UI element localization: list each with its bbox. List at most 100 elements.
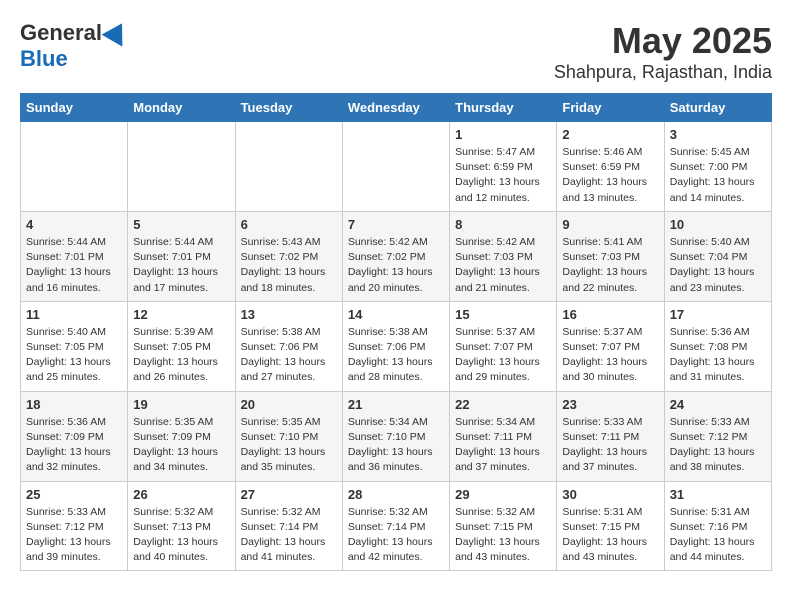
day-info: Sunrise: 5:33 AM Sunset: 7:11 PM Dayligh… xyxy=(562,415,658,476)
weekday-header-tuesday: Tuesday xyxy=(235,94,342,122)
calendar-day-cell: 4 Sunrise: 5:44 AM Sunset: 7:01 PM Daylig… xyxy=(21,211,128,301)
day-number: 7 xyxy=(348,217,444,232)
calendar-week-row: 11 Sunrise: 5:40 AM Sunset: 7:05 PM Dayli… xyxy=(21,301,772,391)
day-info: Sunrise: 5:40 AM Sunset: 7:04 PM Dayligh… xyxy=(670,235,766,296)
day-info: Sunrise: 5:32 AM Sunset: 7:15 PM Dayligh… xyxy=(455,505,551,566)
month-title: May 2025 xyxy=(554,20,772,62)
calendar-day-cell: 7 Sunrise: 5:42 AM Sunset: 7:02 PM Daylig… xyxy=(342,211,449,301)
day-number: 3 xyxy=(670,127,766,142)
day-info: Sunrise: 5:40 AM Sunset: 7:05 PM Dayligh… xyxy=(26,325,122,386)
day-number: 31 xyxy=(670,487,766,502)
calendar-day-cell: 11 Sunrise: 5:40 AM Sunset: 7:05 PM Dayli… xyxy=(21,301,128,391)
day-info: Sunrise: 5:35 AM Sunset: 7:09 PM Dayligh… xyxy=(133,415,229,476)
day-info: Sunrise: 5:44 AM Sunset: 7:01 PM Dayligh… xyxy=(26,235,122,296)
day-info: Sunrise: 5:33 AM Sunset: 7:12 PM Dayligh… xyxy=(670,415,766,476)
empty-day-cell xyxy=(235,122,342,212)
calendar-day-cell: 16Sunrise: 5:37 AM Sunset: 7:07 PM Dayli… xyxy=(557,301,664,391)
day-number: 22 xyxy=(455,397,551,412)
day-info: Sunrise: 5:46 AM Sunset: 6:59 PM Dayligh… xyxy=(562,145,658,206)
calendar-day-cell: 29 Sunrise: 5:32 AM Sunset: 7:15 PM Dayli… xyxy=(450,481,557,571)
day-info: Sunrise: 5:42 AM Sunset: 7:02 PM Dayligh… xyxy=(348,235,444,296)
calendar-table: SundayMondayTuesdayWednesdayThursdayFrid… xyxy=(20,93,772,571)
weekday-header-sunday: Sunday xyxy=(21,94,128,122)
empty-day-cell xyxy=(128,122,235,212)
empty-day-cell xyxy=(21,122,128,212)
day-info: Sunrise: 5:37 AM Sunset: 7:07 PM Dayligh… xyxy=(455,325,551,386)
day-number: 5 xyxy=(133,217,229,232)
calendar-day-cell: 14 Sunrise: 5:38 AM Sunset: 7:06 PM Dayli… xyxy=(342,301,449,391)
title-section: May 2025 Shahpura, Rajasthan, India xyxy=(554,20,772,83)
day-info: Sunrise: 5:38 AM Sunset: 7:06 PM Dayligh… xyxy=(241,325,337,386)
day-number: 26 xyxy=(133,487,229,502)
calendar-week-row: 18 Sunrise: 5:36 AM Sunset: 7:09 PM Dayli… xyxy=(21,391,772,481)
calendar-day-cell: 13 Sunrise: 5:38 AM Sunset: 7:06 PM Dayli… xyxy=(235,301,342,391)
calendar-day-cell: 24 Sunrise: 5:33 AM Sunset: 7:12 PM Dayli… xyxy=(664,391,771,481)
day-number: 11 xyxy=(26,307,122,322)
calendar-day-cell: 26 Sunrise: 5:32 AM Sunset: 7:13 PM Dayli… xyxy=(128,481,235,571)
day-number: 4 xyxy=(26,217,122,232)
day-number: 29 xyxy=(455,487,551,502)
calendar-day-cell: 17Sunrise: 5:36 AM Sunset: 7:08 PM Dayli… xyxy=(664,301,771,391)
day-number: 14 xyxy=(348,307,444,322)
calendar-day-cell: 28 Sunrise: 5:32 AM Sunset: 7:14 PM Dayli… xyxy=(342,481,449,571)
calendar-day-cell: 6 Sunrise: 5:43 AM Sunset: 7:02 PM Daylig… xyxy=(235,211,342,301)
calendar-day-cell: 1Sunrise: 5:47 AM Sunset: 6:59 PM Daylig… xyxy=(450,122,557,212)
day-info: Sunrise: 5:34 AM Sunset: 7:10 PM Dayligh… xyxy=(348,415,444,476)
weekday-header-monday: Monday xyxy=(128,94,235,122)
calendar-day-cell: 15 Sunrise: 5:37 AM Sunset: 7:07 PM Dayli… xyxy=(450,301,557,391)
day-info: Sunrise: 5:32 AM Sunset: 7:14 PM Dayligh… xyxy=(348,505,444,566)
day-number: 30 xyxy=(562,487,658,502)
day-info: Sunrise: 5:32 AM Sunset: 7:13 PM Dayligh… xyxy=(133,505,229,566)
calendar-week-row: 25Sunrise: 5:33 AM Sunset: 7:12 PM Dayli… xyxy=(21,481,772,571)
day-info: Sunrise: 5:42 AM Sunset: 7:03 PM Dayligh… xyxy=(455,235,551,296)
calendar-day-cell: 22Sunrise: 5:34 AM Sunset: 7:11 PM Dayli… xyxy=(450,391,557,481)
day-number: 15 xyxy=(455,307,551,322)
calendar-day-cell: 9 Sunrise: 5:41 AM Sunset: 7:03 PM Daylig… xyxy=(557,211,664,301)
calendar-day-cell: 30 Sunrise: 5:31 AM Sunset: 7:15 PM Dayli… xyxy=(557,481,664,571)
calendar-week-row: 4 Sunrise: 5:44 AM Sunset: 7:01 PM Daylig… xyxy=(21,211,772,301)
day-number: 9 xyxy=(562,217,658,232)
weekday-header-friday: Friday xyxy=(557,94,664,122)
day-number: 8 xyxy=(455,217,551,232)
day-info: Sunrise: 5:31 AM Sunset: 7:16 PM Dayligh… xyxy=(670,505,766,566)
day-info: Sunrise: 5:36 AM Sunset: 7:08 PM Dayligh… xyxy=(670,325,766,386)
calendar-day-cell: 5 Sunrise: 5:44 AM Sunset: 7:01 PM Daylig… xyxy=(128,211,235,301)
day-number: 2 xyxy=(562,127,658,142)
day-info: Sunrise: 5:43 AM Sunset: 7:02 PM Dayligh… xyxy=(241,235,337,296)
logo: General Blue xyxy=(20,20,129,72)
day-info: Sunrise: 5:36 AM Sunset: 7:09 PM Dayligh… xyxy=(26,415,122,476)
day-number: 19 xyxy=(133,397,229,412)
day-number: 28 xyxy=(348,487,444,502)
day-number: 18 xyxy=(26,397,122,412)
day-number: 23 xyxy=(562,397,658,412)
calendar-day-cell: 21 Sunrise: 5:34 AM Sunset: 7:10 PM Dayli… xyxy=(342,391,449,481)
day-number: 6 xyxy=(241,217,337,232)
day-info: Sunrise: 5:38 AM Sunset: 7:06 PM Dayligh… xyxy=(348,325,444,386)
calendar-day-cell: 23 Sunrise: 5:33 AM Sunset: 7:11 PM Dayli… xyxy=(557,391,664,481)
calendar-day-cell: 18 Sunrise: 5:36 AM Sunset: 7:09 PM Dayli… xyxy=(21,391,128,481)
calendar-week-row: 1Sunrise: 5:47 AM Sunset: 6:59 PM Daylig… xyxy=(21,122,772,212)
day-info: Sunrise: 5:32 AM Sunset: 7:14 PM Dayligh… xyxy=(241,505,337,566)
day-number: 21 xyxy=(348,397,444,412)
weekday-header-row: SundayMondayTuesdayWednesdayThursdayFrid… xyxy=(21,94,772,122)
day-number: 25 xyxy=(26,487,122,502)
calendar-day-cell: 20Sunrise: 5:35 AM Sunset: 7:10 PM Dayli… xyxy=(235,391,342,481)
calendar-day-cell: 3 Sunrise: 5:45 AM Sunset: 7:00 PM Daylig… xyxy=(664,122,771,212)
day-info: Sunrise: 5:44 AM Sunset: 7:01 PM Dayligh… xyxy=(133,235,229,296)
empty-day-cell xyxy=(342,122,449,212)
logo-general-text: General xyxy=(20,20,102,46)
day-info: Sunrise: 5:41 AM Sunset: 7:03 PM Dayligh… xyxy=(562,235,658,296)
calendar-day-cell: 12Sunrise: 5:39 AM Sunset: 7:05 PM Dayli… xyxy=(128,301,235,391)
day-number: 24 xyxy=(670,397,766,412)
day-info: Sunrise: 5:47 AM Sunset: 6:59 PM Dayligh… xyxy=(455,145,551,206)
page-header: General Blue May 2025 Shahpura, Rajastha… xyxy=(20,20,772,83)
day-number: 13 xyxy=(241,307,337,322)
weekday-header-thursday: Thursday xyxy=(450,94,557,122)
weekday-header-saturday: Saturday xyxy=(664,94,771,122)
logo-blue-text: Blue xyxy=(20,46,68,72)
day-info: Sunrise: 5:45 AM Sunset: 7:00 PM Dayligh… xyxy=(670,145,766,206)
day-info: Sunrise: 5:39 AM Sunset: 7:05 PM Dayligh… xyxy=(133,325,229,386)
day-info: Sunrise: 5:31 AM Sunset: 7:15 PM Dayligh… xyxy=(562,505,658,566)
day-number: 10 xyxy=(670,217,766,232)
calendar-day-cell: 10 Sunrise: 5:40 AM Sunset: 7:04 PM Dayli… xyxy=(664,211,771,301)
